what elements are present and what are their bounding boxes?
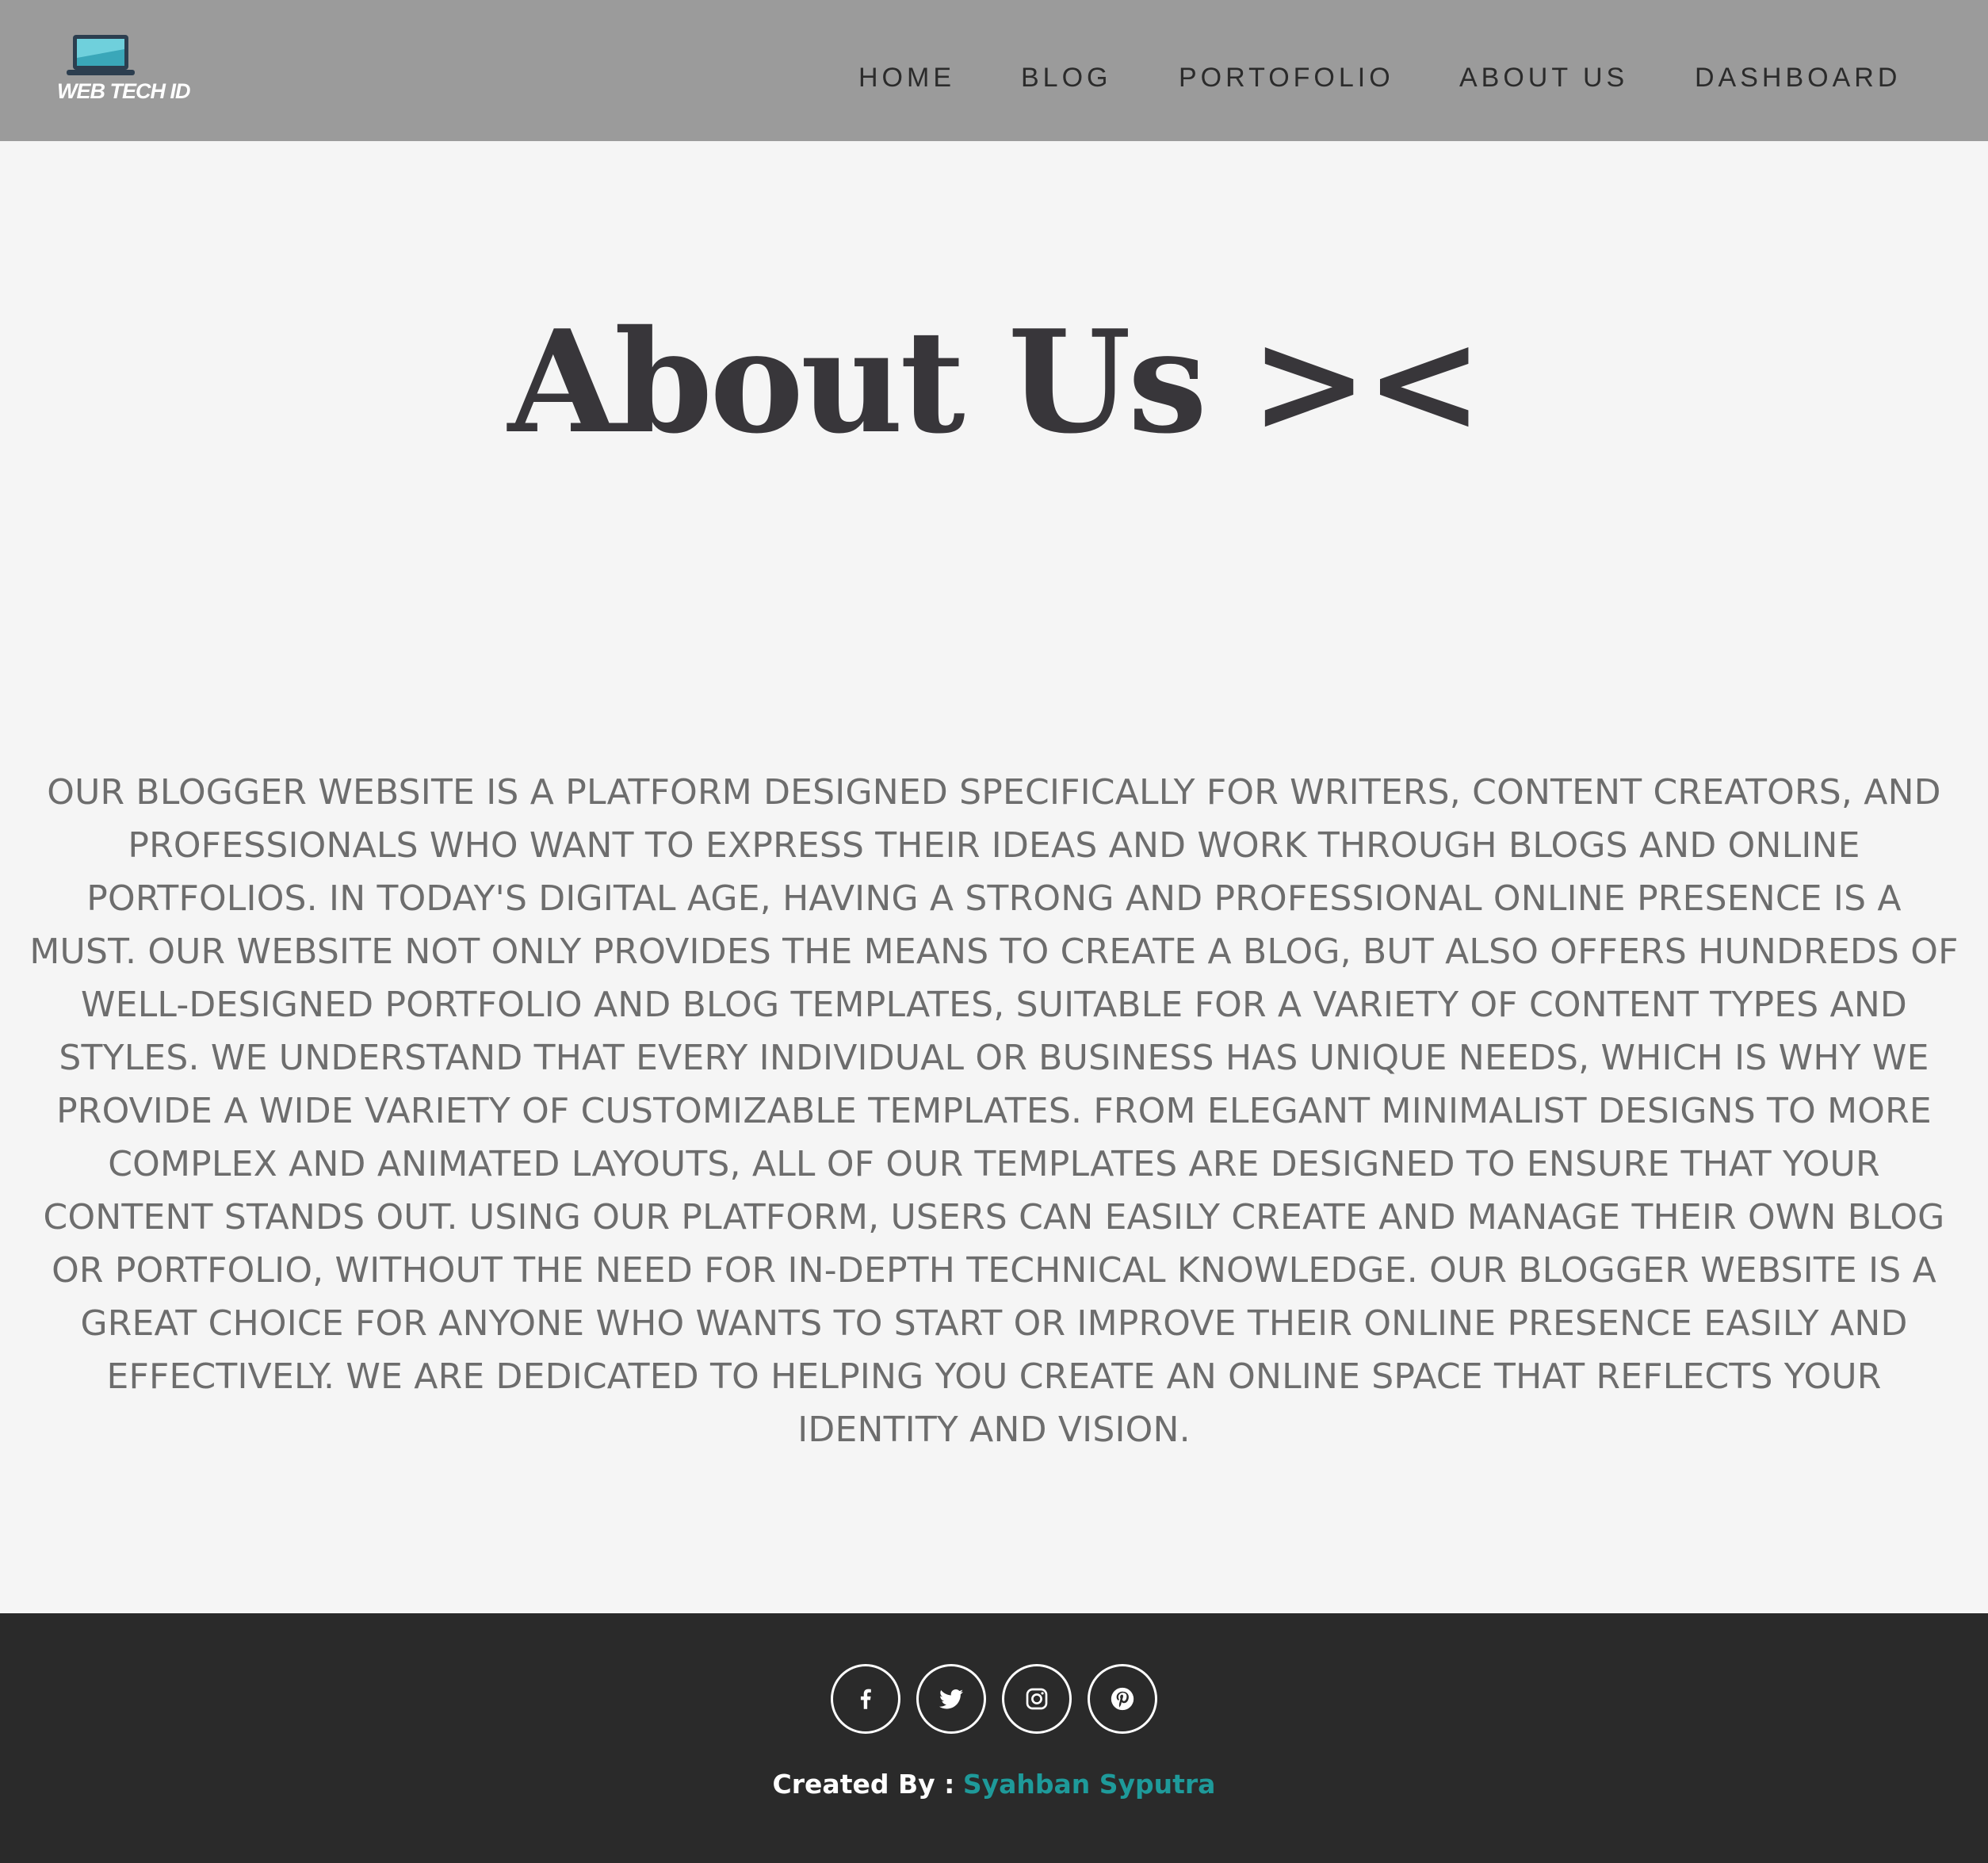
nav-blog[interactable]: BLOG — [1021, 63, 1111, 94]
instagram-link[interactable] — [1002, 1664, 1072, 1734]
nav-about-us[interactable]: ABOUT US — [1459, 63, 1628, 94]
nav-dashboard[interactable]: DASHBOARD — [1695, 63, 1901, 94]
logo-text: WEB TECH ID — [57, 79, 191, 103]
about-paragraph: Our blogger website is a platform design… — [29, 772, 1959, 1450]
credit-author-link[interactable]: Syahban Syputra — [963, 1769, 1216, 1800]
site-logo[interactable]: WEB TECH ID — [57, 30, 191, 109]
footer-credit: Created By : Syahban Syputra — [0, 1769, 1988, 1800]
pinterest-link[interactable] — [1088, 1664, 1157, 1734]
facebook-link[interactable] — [831, 1664, 900, 1734]
laptop-icon — [67, 35, 135, 75]
site-footer: Created By : Syahban Syputra — [0, 1613, 1988, 1863]
nav-portofolio[interactable]: PORTOFOLIO — [1179, 63, 1394, 94]
site-header: WEB TECH ID HOME BLOG PORTOFOLIO ABOUT U… — [0, 0, 1988, 141]
pinterest-icon — [1111, 1687, 1134, 1711]
nav-home[interactable]: HOME — [858, 63, 955, 94]
instagram-icon — [1026, 1688, 1048, 1710]
twitter-icon — [939, 1689, 963, 1709]
social-links — [0, 1664, 1988, 1734]
twitter-link[interactable] — [916, 1664, 986, 1734]
page-title: About Us >< — [507, 299, 1484, 465]
facebook-icon — [860, 1689, 871, 1709]
credit-label: Created By : — [772, 1769, 955, 1800]
